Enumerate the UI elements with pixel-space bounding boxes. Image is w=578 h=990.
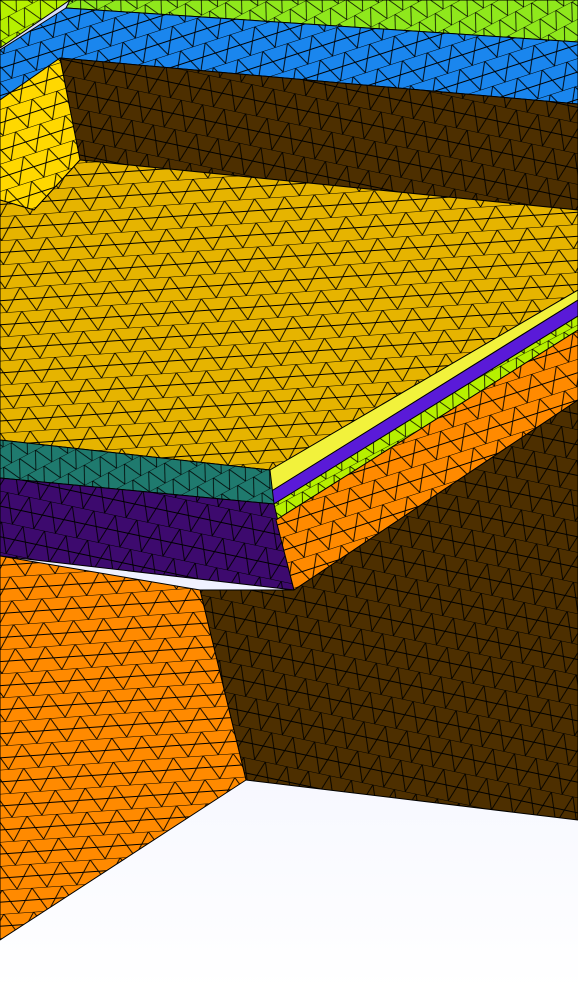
finite-element-mesh bbox=[0, 0, 578, 941]
mesh-viewport[interactable] bbox=[0, 0, 578, 990]
